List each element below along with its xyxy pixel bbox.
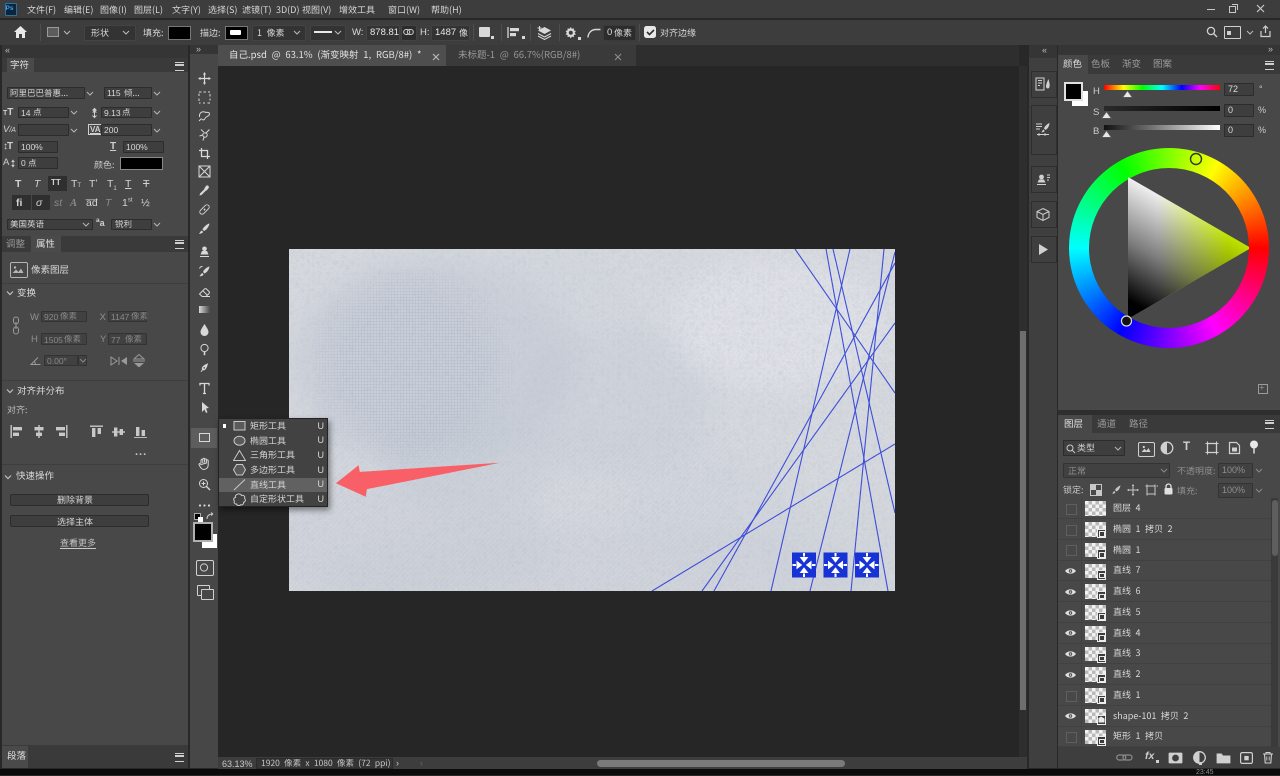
svg-text:A: A — [92, 109, 97, 115]
